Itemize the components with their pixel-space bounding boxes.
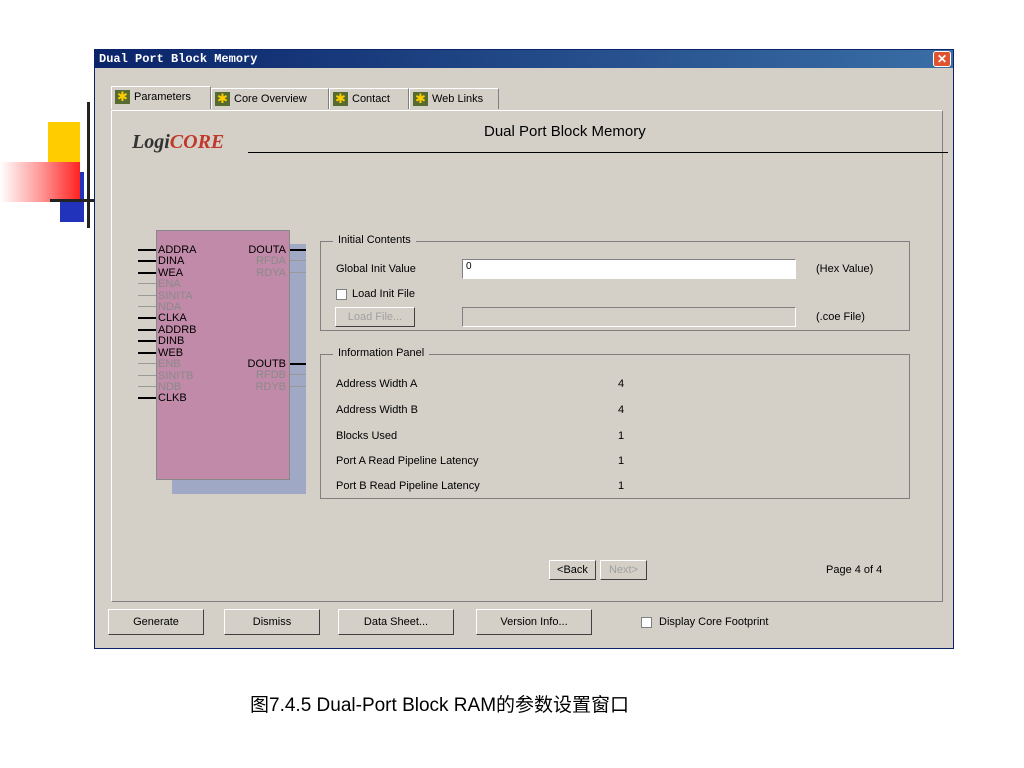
tab-label: Core Overview [234,93,307,105]
star-icon [333,89,348,109]
load-file-button[interactable]: Load File... [335,307,415,327]
star-icon [413,89,428,109]
info-row-value: 1 [618,480,625,492]
pin-label: ENA [158,278,181,291]
information-panel-legend: Information Panel [333,347,430,359]
figure-caption: 图7.4.5 Dual-Port Block RAM的参数设置窗口 [250,695,630,716]
pin-label: RFDB [256,369,286,382]
slide-decoration-vline [87,102,90,228]
pin-line [138,317,156,320]
pin-line [138,340,156,343]
pin-label: DINA [158,255,185,268]
info-row-value: 4 [618,404,625,416]
pin-label: RDYB [255,380,286,393]
next-button[interactable]: Next> [600,560,647,580]
load-file-input[interactable] [462,307,796,327]
display-footprint-checkbox[interactable] [641,617,652,628]
pin-label: ADDRA [158,244,197,256]
pin-line [138,397,156,400]
data-sheet-button[interactable]: Data Sheet... [338,609,454,635]
global-init-label: Global Init Value [336,263,416,275]
tab-label: Web Links [432,93,484,105]
pin-line [138,294,156,296]
info-row-value: 4 [618,378,625,390]
info-row-label: Blocks Used [336,430,398,442]
page-indicator: Page 4 of 4 [826,564,883,576]
pin-label: NDA [158,301,182,313]
slide-decoration-hline [50,199,96,202]
pin-label: WEB [158,346,184,359]
close-icon: ✕ [936,52,948,66]
pin-line [290,363,306,365]
star-icon [215,89,230,109]
title-bar[interactable]: Dual Port Block Memory ✕ [95,50,953,68]
info-row-value: 1 [618,455,625,467]
dialog-window: Dual Port Block Memory ✕ Parameters Core… [94,49,954,649]
initial-contents-group: Initial Contents Global Init Value 0 (He… [320,234,910,331]
tab-parameters[interactable]: Parameters [111,86,211,109]
parameters-panel: LogiCORE Dual Port Block Memory ADDRA DIN… [111,110,948,602]
information-panel-group: Information Panel Address Width A 4 Addr… [320,347,910,499]
global-init-input[interactable]: 0 [462,259,796,279]
pin-line [138,260,156,263]
initial-contents-legend: Initial Contents [333,234,416,246]
pin-label: RDYA [256,266,286,279]
pin-label: SINITB [158,369,194,382]
pin-line [138,374,156,376]
pin-label: DOUTA [248,244,286,256]
pin-label: NDB [158,381,182,393]
pin-line [290,271,306,273]
pin-line [138,351,156,354]
tab-label: Contact [352,93,390,105]
display-footprint-label: Display Core Footprint [659,616,769,628]
pin-line [290,249,306,251]
tab-contact[interactable]: Contact [329,88,409,109]
pin-line [138,283,156,285]
load-init-checkbox[interactable] [336,289,347,300]
load-init-label: Load Init File [352,288,415,300]
pin-line [138,306,156,307]
pin-line [290,260,306,262]
info-row-value: 1 [618,430,625,442]
pin-label: ENB [158,358,181,371]
pin-label: DOUTB [247,358,287,370]
global-init-unit: (Hex Value) [816,263,874,275]
pin-label: RFDA [256,255,286,268]
pin-line [138,386,156,387]
pin-label: SINITA [158,289,193,302]
load-file-unit: (.coe File) [816,311,865,323]
generate-button[interactable]: Generate [108,609,204,635]
slide-decoration-red [0,162,80,202]
window-title: Dual Port Block Memory [99,52,258,66]
pin-label: CLKA [158,312,187,325]
pin-label: WEA [158,266,184,279]
info-row-label: Address Width B [336,404,418,416]
info-row-label: Address Width A [336,378,418,390]
tab-web-links[interactable]: Web Links [409,88,499,109]
star-icon [115,87,130,107]
pin-line [138,249,156,251]
pin-label: CLKB [158,392,187,405]
dismiss-button[interactable]: Dismiss [224,609,320,635]
pin-line [138,363,156,365]
tab-core-overview[interactable]: Core Overview [211,88,329,109]
pin-line [138,329,156,331]
info-row-label: Port A Read Pipeline Latency [336,455,479,467]
pin-label: ADDRB [158,324,197,336]
pin-label: DINB [158,335,185,348]
pin-line [138,271,156,274]
close-button[interactable]: ✕ [933,51,951,67]
version-info-button[interactable]: Version Info... [476,609,592,635]
pin-line [290,385,306,387]
pin-line [290,374,306,376]
tab-label: Parameters [134,91,191,103]
back-button[interactable]: <Back [549,560,596,580]
page-title: Dual Port Block Memory [484,123,646,140]
info-row-label: Port B Read Pipeline Latency [336,480,480,492]
